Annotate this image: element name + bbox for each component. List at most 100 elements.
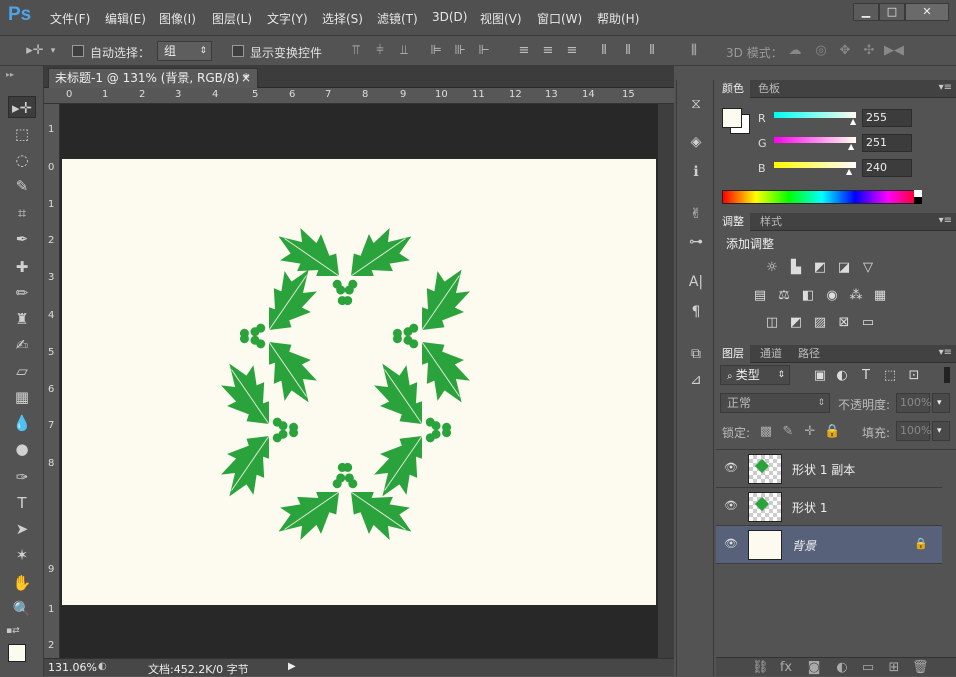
red-value-field[interactable]: 255 <box>862 109 912 127</box>
info-panel-icon[interactable]: ℹ <box>686 162 706 182</box>
3d-panel-icon[interactable]: ◈ <box>686 132 706 152</box>
auto-select-checkbox[interactable] <box>72 45 84 57</box>
lock-all-icon[interactable]: 🔒 <box>824 425 840 439</box>
history-brush-tool-icon[interactable]: ✍ <box>8 334 36 356</box>
menu-view[interactable]: 视图(V) <box>480 10 522 27</box>
clone-source-icon[interactable]: ⧉ <box>686 344 706 364</box>
photo-filter-icon[interactable]: ◉ <box>824 289 840 303</box>
layer-row-selected[interactable]: 👁 背景 🔒 <box>716 526 942 564</box>
brush-tool-icon[interactable]: ✏ <box>8 282 36 304</box>
layer-name[interactable]: 形状 1 副本 <box>792 461 855 478</box>
layer-name[interactable]: 形状 1 <box>792 499 827 516</box>
auto-align-icon[interactable]: ⫼ <box>686 43 702 59</box>
black-white-icon[interactable]: ◧ <box>800 289 816 303</box>
glyph-panel-icon[interactable]: ⊿ <box>686 370 706 390</box>
tab-layers[interactable]: 图层 <box>716 345 750 363</box>
chevron-down-icon[interactable]: ▾ <box>48 43 58 59</box>
move-tool-preset-icon[interactable]: ▸✛ <box>24 43 46 59</box>
3d-pan-icon[interactable]: ✥ <box>836 43 854 59</box>
close-button[interactable]: ✕ <box>905 3 949 21</box>
hue-saturation-icon[interactable]: ▤ <box>752 289 768 303</box>
selective-color-icon[interactable]: ⊠ <box>836 316 852 330</box>
3d-roll-icon[interactable]: ◎ <box>812 43 830 59</box>
zoom-tool-icon[interactable]: 🔍 <box>8 598 36 620</box>
distribute-top-icon[interactable]: ≡ <box>516 43 532 59</box>
collapse-arrows-icon[interactable]: ▸▸ <box>6 70 14 79</box>
layer-row[interactable]: 👁 形状 1 <box>716 488 942 526</box>
blur-tool-icon[interactable]: 💧 <box>8 412 36 434</box>
chevron-down-icon[interactable]: ▾ <box>932 421 950 441</box>
menu-select[interactable]: 选择(S) <box>322 10 363 27</box>
menu-file[interactable]: 文件(F) <box>50 10 90 27</box>
filter-shape-icon[interactable]: ⬚ <box>882 369 898 383</box>
tab-paths[interactable]: 路径 <box>792 345 826 363</box>
green-value-field[interactable]: 251 <box>862 134 912 152</box>
panel-menu-icon[interactable]: ▾≡ <box>939 347 952 358</box>
black-swatch[interactable] <box>914 197 922 204</box>
fill-field[interactable]: 100% <box>896 421 931 441</box>
filter-toggle-switch[interactable] <box>944 367 950 383</box>
status-info-icon[interactable]: ◐ <box>98 661 107 672</box>
eye-icon[interactable]: 👁 <box>724 537 738 551</box>
red-slider[interactable] <box>774 112 856 118</box>
levels-icon[interactable]: ▙ <box>788 261 804 275</box>
slider-handle-icon[interactable]: ▲ <box>846 167 852 176</box>
filter-adjustment-icon[interactable]: ◐ <box>834 369 850 383</box>
menu-edit[interactable]: 编辑(E) <box>105 10 146 27</box>
menu-filter[interactable]: 滤镜(T) <box>377 10 418 27</box>
menu-help[interactable]: 帮助(H) <box>597 10 639 27</box>
align-bottom-icon[interactable]: ⫫ <box>396 43 412 59</box>
layer-filter-dropdown[interactable]: ⌕ 类型 ⇕ <box>720 365 790 385</box>
align-hcenter-icon[interactable]: ⊪ <box>452 43 468 59</box>
3d-slide-icon[interactable]: ✣ <box>860 43 878 59</box>
eraser-tool-icon[interactable]: ▱ <box>8 360 36 382</box>
channel-mixer-icon[interactable]: ⁂ <box>848 289 864 303</box>
slider-handle-icon[interactable]: ▲ <box>850 117 856 126</box>
distribute-bottom-icon[interactable]: ≡ <box>564 43 580 59</box>
3d-rotate-icon[interactable]: ☁ <box>786 43 804 59</box>
tab-color[interactable]: 颜色 <box>716 80 750 98</box>
blue-slider[interactable] <box>774 162 856 168</box>
filter-type-icon[interactable]: T <box>858 369 874 383</box>
distribute-hcenter-icon[interactable]: ⦀ <box>620 43 636 59</box>
filter-pixel-icon[interactable]: ▣ <box>812 369 828 383</box>
marquee-tool-icon[interactable]: ⬚ <box>8 123 36 145</box>
tab-adjustments[interactable]: 调整 <box>716 213 750 231</box>
lock-pixels-icon[interactable]: ✎ <box>780 425 796 439</box>
tab-styles[interactable]: 样式 <box>754 213 788 231</box>
color-lookup-icon[interactable]: ▦ <box>872 289 888 303</box>
eyedropper-tool-icon[interactable]: ✒ <box>8 228 36 250</box>
distribute-right-icon[interactable]: ⦀ <box>644 43 660 59</box>
add-mask-icon[interactable]: ◙ <box>806 661 822 675</box>
fx-icon[interactable]: fx <box>778 661 794 675</box>
crop-tool-icon[interactable]: ⌗ <box>8 202 36 224</box>
status-menu-arrow-icon[interactable]: ▶ <box>288 661 296 672</box>
healing-brush-tool-icon[interactable]: ✚ <box>8 256 36 278</box>
eye-icon[interactable]: 👁 <box>724 461 738 475</box>
menu-window[interactable]: 窗口(W) <box>537 10 582 27</box>
delete-layer-icon[interactable]: 🗑 <box>912 661 929 675</box>
distribute-vcenter-icon[interactable]: ≡ <box>540 43 556 59</box>
link-layers-icon[interactable]: ⛓ <box>752 661 769 675</box>
opacity-field[interactable]: 100% <box>896 393 931 413</box>
history-panel-icon[interactable]: ⧖ <box>686 94 706 114</box>
document-canvas[interactable] <box>62 159 656 605</box>
filter-smartobject-icon[interactable]: ⊡ <box>906 369 922 383</box>
align-left-icon[interactable]: ⊫ <box>428 43 444 59</box>
custom-shape-tool-icon[interactable]: ✶ <box>8 544 36 566</box>
foreground-color-swatch[interactable] <box>722 108 742 128</box>
white-swatch[interactable] <box>914 190 922 197</box>
new-group-icon[interactable]: ▭ <box>860 661 876 675</box>
pen-tool-icon[interactable]: ✑ <box>8 466 36 488</box>
paragraph-panel-icon[interactable]: ¶ <box>686 302 706 322</box>
default-colors-icon[interactable]: ▪⇄ <box>6 626 20 636</box>
brightness-contrast-icon[interactable]: ☼ <box>764 261 780 275</box>
distribute-left-icon[interactable]: ⦀ <box>596 43 612 59</box>
posterize-icon[interactable]: ◩ <box>788 316 804 330</box>
path-select-tool-icon[interactable]: ➤ <box>8 518 36 540</box>
lasso-tool-icon[interactable]: ◌ <box>8 149 36 171</box>
slider-handle-icon[interactable]: ▲ <box>848 142 854 151</box>
color-balance-icon[interactable]: ⚖ <box>776 289 792 303</box>
auto-select-dropdown[interactable]: 组 ⇕ <box>157 41 212 61</box>
type-tool-icon[interactable]: T <box>8 492 36 514</box>
